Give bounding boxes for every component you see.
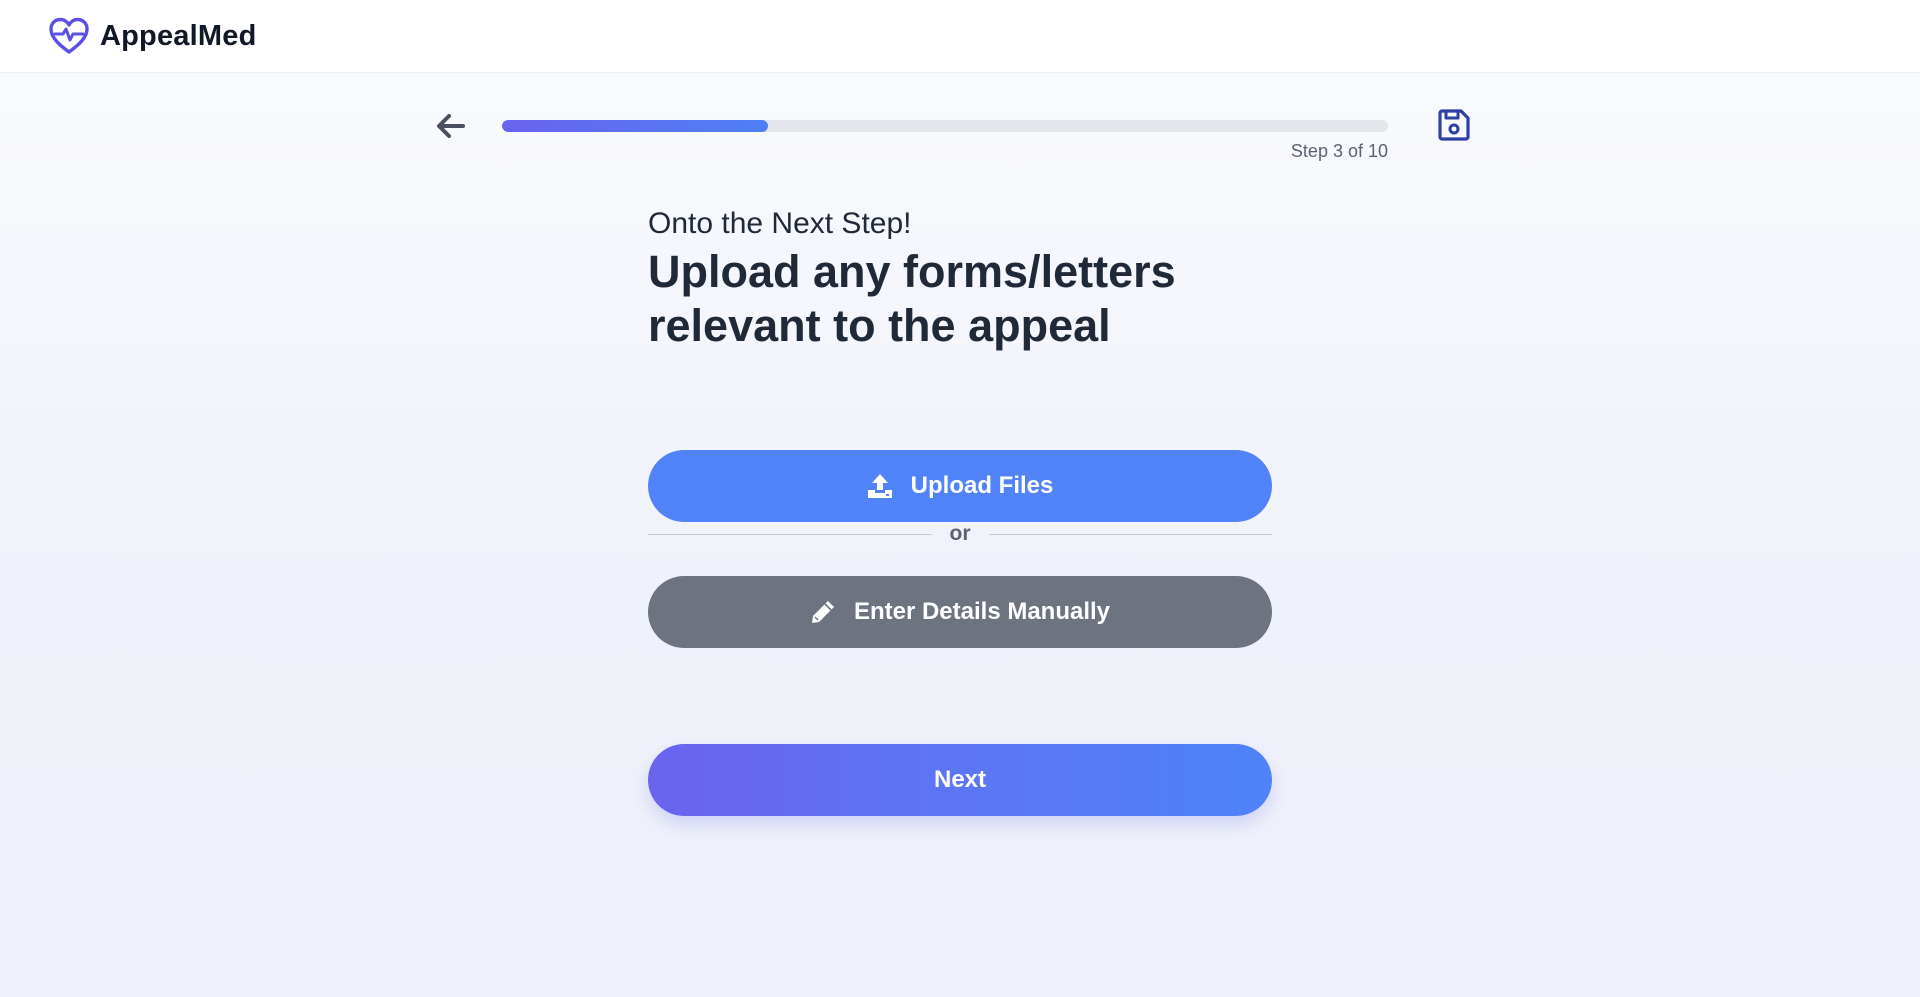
enter-details-manually-button[interactable]: Enter Details Manually [648, 576, 1272, 648]
upload-icon [867, 474, 892, 498]
floppy-disk-icon [1438, 109, 1470, 141]
divider-line-left [648, 533, 932, 535]
step-indicator: Step 3 of 10 [1290, 141, 1388, 161]
back-button[interactable] [432, 107, 470, 145]
or-divider: or [648, 522, 1272, 546]
upload-files-label: Upload Files [910, 472, 1054, 499]
save-button[interactable] [1434, 105, 1474, 145]
next-label: Next [933, 766, 987, 793]
app-header: AppealMed [0, 0, 1920, 73]
pencil-icon [811, 601, 834, 623]
upload-files-button[interactable]: Upload Files [648, 450, 1272, 522]
main-content: Step 3 of 10 Onto the Next Step! Upload … [0, 73, 1920, 997]
divider-text: or [949, 522, 971, 545]
progress-bar [502, 120, 1388, 132]
heart-pulse-icon [48, 17, 90, 55]
divider-line-right [988, 533, 1272, 535]
logo-text: AppealMed [100, 19, 257, 52]
enter-details-manually-label: Enter Details Manually [853, 598, 1111, 625]
arrow-left-icon [437, 114, 465, 138]
app-page: AppealMed Step 3 of 10 Onto the Next Ste… [0, 0, 1920, 997]
page-title: Upload any forms/letters relevant to the… [648, 246, 1176, 351]
step-subtitle: Onto the Next Step! [648, 207, 912, 240]
next-button[interactable]: Next [648, 744, 1272, 816]
logo[interactable]: AppealMed [48, 17, 257, 55]
progress-fill [502, 120, 768, 132]
